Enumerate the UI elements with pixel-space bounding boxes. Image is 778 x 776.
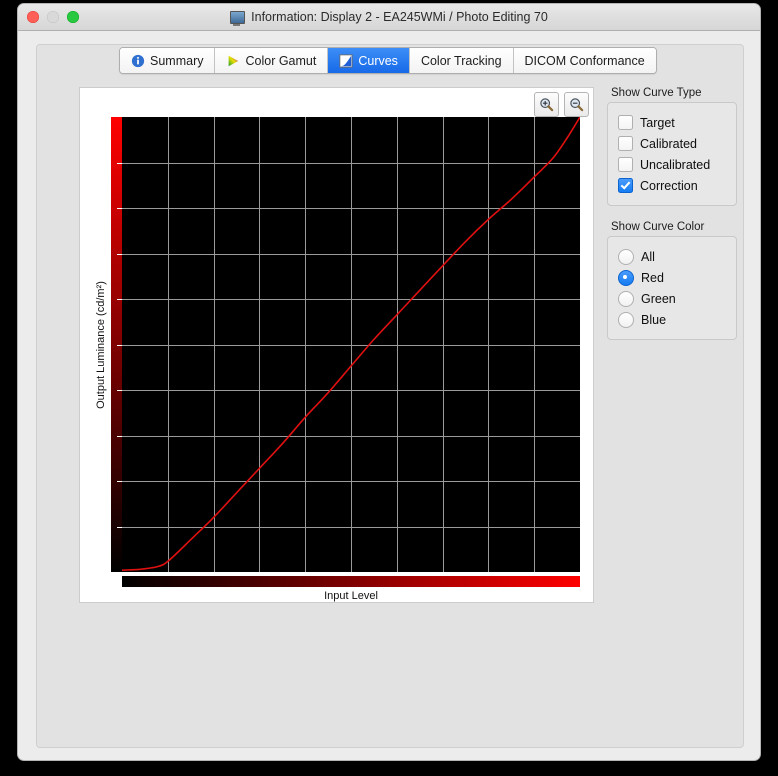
tab-dicom-conformance[interactable]: DICOM Conformance xyxy=(513,48,656,73)
checkbox-correction-label: Correction xyxy=(640,178,698,193)
content-panel: Summary Color Gamut Curves Color Trackin… xyxy=(36,44,744,748)
tab-curves[interactable]: Curves xyxy=(328,48,410,73)
red-radio-button[interactable] xyxy=(618,269,634,286)
radio-all[interactable]: All xyxy=(618,246,726,267)
window-titlebar: Information: Display 2 - EA245WMi / Phot… xyxy=(18,4,760,31)
tab-color-tracking-label: Color Tracking xyxy=(420,53,502,68)
correction-checkbox-box[interactable] xyxy=(618,178,633,193)
tab-dicom-conformance-label: DICOM Conformance xyxy=(524,53,645,68)
y-axis-label-text: Output Luminance (cd/m²) xyxy=(95,280,107,409)
blue-radio-button[interactable] xyxy=(618,311,634,328)
uncalibrated-checkbox-box[interactable] xyxy=(618,157,633,172)
monitor-icon xyxy=(230,10,246,26)
window-title-text: Information: Display 2 - EA245WMi / Phot… xyxy=(251,10,548,24)
information-window: Information: Display 2 - EA245WMi / Phot… xyxy=(18,4,760,760)
gamut-triangle-icon xyxy=(229,55,239,66)
curve-color-group: All Red Green Blue xyxy=(607,236,737,340)
x-axis-gradient-bar xyxy=(122,576,580,587)
x-axis-label: Input Level xyxy=(324,590,378,602)
checkbox-target-label: Target xyxy=(640,115,675,130)
target-checkbox-box[interactable] xyxy=(618,115,633,130)
zoom-in-button[interactable] xyxy=(534,92,559,117)
plot-area xyxy=(121,116,581,572)
checkbox-calibrated[interactable]: Calibrated xyxy=(618,133,726,154)
gridlines xyxy=(122,117,580,572)
radio-red-label: Red xyxy=(641,270,664,285)
curve-color-group-label: Show Curve Color xyxy=(611,221,705,233)
checkbox-target[interactable]: Target xyxy=(618,112,726,133)
calibrated-checkbox-box[interactable] xyxy=(618,136,633,151)
all-radio-button[interactable] xyxy=(618,248,634,265)
tab-summary[interactable]: Summary xyxy=(120,48,216,73)
y-axis-label: Output Luminance (cd/m²) xyxy=(93,117,109,572)
window-title: Information: Display 2 - EA245WMi / Phot… xyxy=(18,4,760,30)
zoom-out-button[interactable] xyxy=(564,92,589,117)
zoom-in-icon xyxy=(540,98,554,112)
tab-color-gamut[interactable]: Color Gamut xyxy=(215,48,329,73)
options-sidebar: Show Curve Type Target Calibrated Uncali… xyxy=(607,87,737,340)
radio-green-label: Green xyxy=(641,291,676,306)
info-circle-icon xyxy=(131,54,145,67)
checkbox-uncalibrated-label: Uncalibrated xyxy=(640,157,711,172)
chart-zoom-controls xyxy=(534,92,589,117)
curve-square-icon xyxy=(339,53,353,68)
radio-blue-label: Blue xyxy=(641,312,667,327)
radio-red[interactable]: Red xyxy=(618,267,726,288)
radio-green[interactable]: Green xyxy=(618,288,726,309)
curve-chart-card: Output Luminance (cd/m²) Input Level xyxy=(79,87,594,603)
curve-type-group: Target Calibrated Uncalibrated Correctio… xyxy=(607,102,737,206)
curve-plot xyxy=(121,116,581,572)
radio-blue[interactable]: Blue xyxy=(618,309,726,330)
checkbox-calibrated-label: Calibrated xyxy=(640,136,697,151)
green-radio-button[interactable] xyxy=(618,290,634,307)
tab-color-gamut-label: Color Gamut xyxy=(245,53,317,68)
tab-color-tracking[interactable]: Color Tracking xyxy=(409,48,514,73)
checkbox-correction[interactable]: Correction xyxy=(618,175,726,196)
tab-bar: Summary Color Gamut Curves Color Trackin… xyxy=(119,47,657,74)
tab-summary-label: Summary xyxy=(150,53,204,68)
checkbox-uncalibrated[interactable]: Uncalibrated xyxy=(618,154,726,175)
zoom-out-icon xyxy=(570,98,584,112)
tab-curves-label: Curves xyxy=(358,53,398,68)
radio-all-label: All xyxy=(641,249,655,264)
curve-type-group-label: Show Curve Type xyxy=(611,87,702,99)
